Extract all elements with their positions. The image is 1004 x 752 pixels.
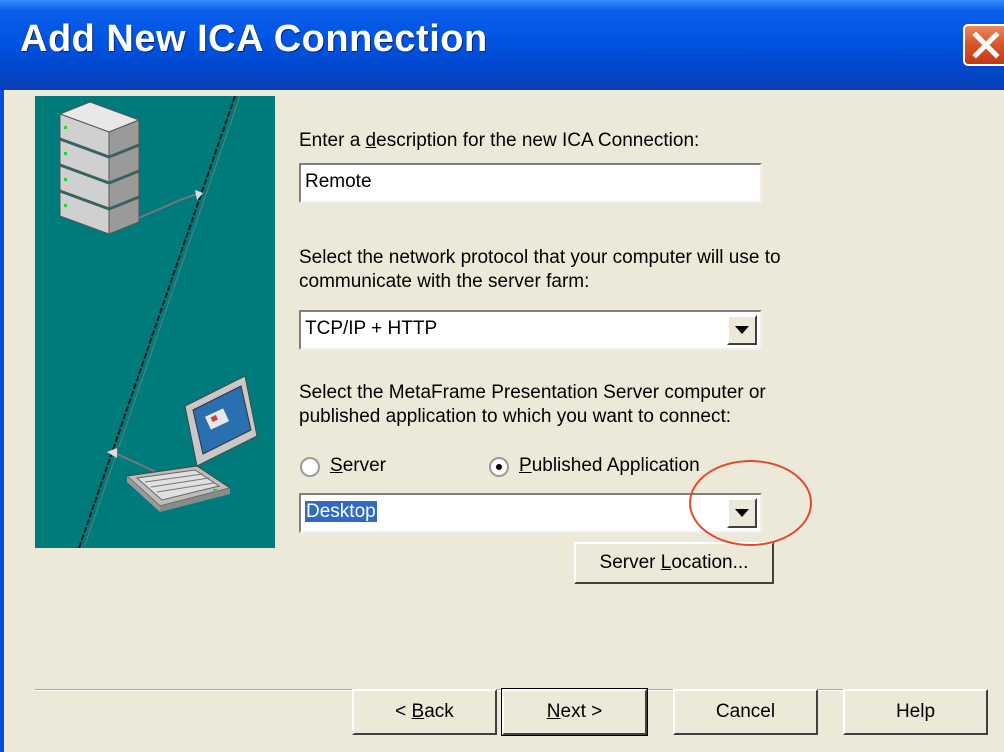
next-button[interactable]: Next > [501,688,648,736]
connection-illustration [35,96,275,548]
close-button[interactable] [963,24,1004,66]
window-frame-left [0,90,4,752]
window-title: Add New ICA Connection [20,18,488,60]
cancel-button[interactable]: Cancel [673,689,818,735]
protocol-dropdown[interactable]: TCP/IP + HTTP [299,310,762,350]
title-bar: Add New ICA Connection [0,0,1004,90]
server-location-button[interactable]: Server Location... [574,542,774,584]
radio-selected-dot [496,464,502,470]
published-application-radio-label[interactable]: Published Application [519,454,700,478]
application-selected-value: Desktop [305,501,377,522]
protocol-label: Select the network protocol that your co… [299,247,781,292]
target-label: Select the MetaFrame Presentation Server… [299,382,766,427]
annotation-circle [689,460,812,546]
published-application-radio[interactable] [489,457,509,477]
server-radio-label[interactable]: Server [330,454,386,478]
help-button[interactable]: Help [843,689,988,735]
description-input[interactable]: Remote [299,163,762,203]
protocol-selected-value: TCP/IP + HTTP [305,318,438,339]
dropdown-arrow-icon [735,326,749,334]
description-label: Enter a description for the new ICA Conn… [299,130,700,151]
protocol-dropdown-button[interactable] [727,315,757,345]
laptop-icon [107,375,258,512]
back-button[interactable]: < Back [352,689,497,735]
server-stack-icon [58,101,203,235]
close-icon [972,31,1000,59]
server-radio[interactable] [300,457,320,477]
